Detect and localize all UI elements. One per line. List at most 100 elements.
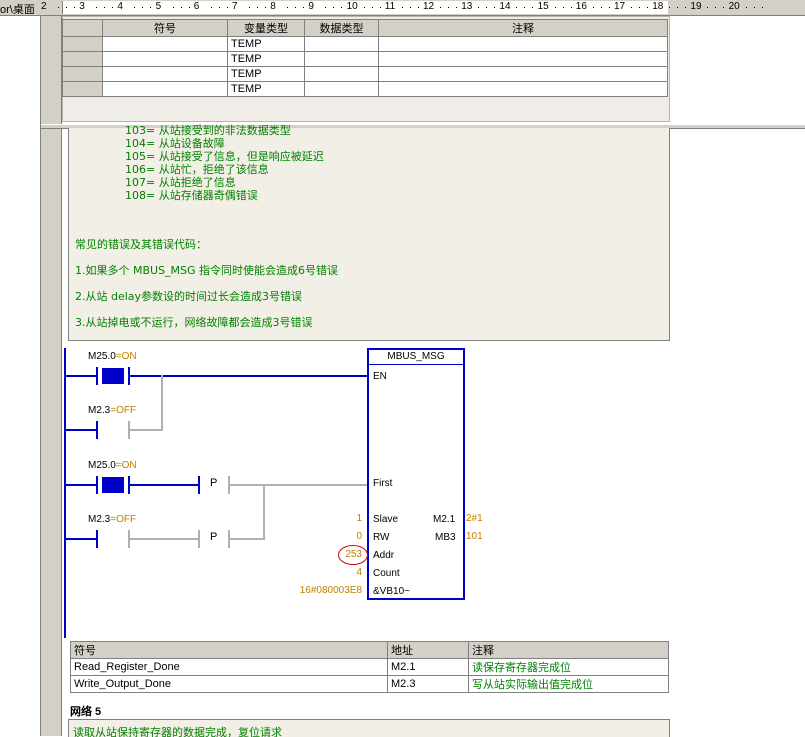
pin-count: Count	[373, 568, 400, 579]
ruler-tick	[226, 7, 228, 8]
col-comment: 注释	[378, 19, 668, 37]
ruler-tick	[295, 7, 297, 8]
ruler-tick	[257, 7, 258, 8]
ruler-mark: 3	[79, 1, 85, 12]
pin-first: First	[373, 478, 393, 489]
ruler-tick	[218, 7, 220, 8]
ruler-tick	[112, 7, 114, 8]
value-count[interactable]: 4	[320, 567, 362, 578]
ruler-tick	[745, 7, 747, 8]
value-rw[interactable]: 0	[320, 531, 362, 542]
ruler-mark: 9	[308, 1, 314, 12]
ruler-tick	[761, 7, 763, 8]
ruler-tick	[210, 7, 212, 8]
network-comment[interactable]: 103= 从站接受到的非法数据类型 104= 从站设备故障 105= 从站接受了…	[68, 124, 670, 341]
ruler-mark: 11	[384, 1, 396, 12]
ruler-tick	[486, 7, 488, 8]
col-symbol: 符号	[70, 641, 388, 659]
pin-en: EN	[373, 371, 387, 382]
ruler-tick	[371, 7, 373, 8]
ruler-tick	[303, 7, 305, 8]
ruler-mark: 13	[461, 1, 473, 12]
comment-line: 3.从站掉电或不运行，网络故障都会造成3号错误	[75, 316, 313, 329]
table-row[interactable]: TEMP	[62, 66, 668, 82]
ruler-tick	[96, 7, 98, 8]
ruler-tick	[401, 7, 403, 8]
pin-error: MB3	[435, 532, 456, 543]
ruler-tick	[249, 7, 250, 8]
ruler-tick	[554, 7, 556, 8]
table-row[interactable]: Write_Output_Done M2.3 写从站实际输出值完成位	[70, 675, 669, 693]
col-data-type: 数据类型	[304, 19, 379, 37]
comment-line: 108= 从站存储器奇偶错误	[125, 189, 258, 202]
ruler-tick	[409, 7, 411, 8]
p-edge[interactable]: P	[210, 531, 217, 543]
ruler-mark: 7	[232, 1, 238, 12]
highlight-circle	[338, 545, 368, 565]
ruler-tick	[685, 7, 687, 8]
ruler-tick	[58, 7, 59, 8]
ruler-tick	[677, 7, 679, 8]
ruler-mark: 8	[270, 1, 276, 12]
ruler-mark: 5	[155, 1, 162, 12]
ruler-tick	[66, 7, 67, 8]
ruler-tick	[188, 7, 190, 8]
contact-m25-0-b[interactable]	[102, 477, 124, 493]
ruler-mark: 10	[346, 1, 358, 12]
col-var-type: 变量类型	[227, 19, 305, 37]
ruler-tick	[524, 7, 526, 8]
value-data[interactable]: 16#080003E8	[260, 585, 362, 596]
network-title[interactable]: 网络 5	[70, 703, 101, 719]
contact-label: M2.3=OFF	[88, 405, 137, 416]
ruler-tick	[142, 7, 144, 8]
ruler: or\桌面 2 3 4 5 6 7 8 9 10 11 12 13 14 15 16 17 18 19 20	[0, 0, 805, 16]
ruler-mark: 17	[614, 1, 626, 12]
value-done[interactable]: 2#1	[466, 513, 483, 524]
ruler-tick	[723, 7, 725, 8]
pin-data: &VB10~	[373, 586, 410, 597]
contact-m25-0[interactable]	[102, 368, 124, 384]
value-error[interactable]: 101	[466, 531, 483, 542]
pin-slave: Slave	[373, 514, 399, 525]
ruler-tick	[150, 7, 152, 8]
variable-table[interactable]: 符号 变量类型 数据类型 注释 TEMP TEMP TEMP TEMP	[62, 19, 668, 97]
table-row[interactable]: TEMP	[62, 81, 668, 97]
ruler-tick	[180, 7, 182, 8]
pin-rw: RW	[373, 532, 390, 543]
ruler-tick	[707, 7, 709, 8]
network-comment[interactable]: 读取从站保持寄存器的数据完成，复位请求	[68, 719, 670, 737]
comment-line: 1.如果多个 MBUS_MSG 指令同时使能会造成6号错误	[75, 264, 339, 277]
ruler-tick	[341, 7, 343, 8]
ruler-tick	[570, 7, 572, 8]
ruler-tick	[456, 7, 457, 8]
ruler-mark: 12	[423, 1, 435, 12]
symbol-table[interactable]: 符号 地址 注释 Read_Register_Done M2.1 读保存寄存器完…	[70, 641, 669, 693]
ruler-tick	[592, 7, 594, 8]
ruler-mark: 2	[41, 1, 47, 12]
contact-label: M25.0=ON	[88, 351, 137, 362]
ruler-mark: 20	[728, 1, 740, 12]
block-title: MBUS_MSG	[387, 351, 445, 362]
ruler-tick	[647, 7, 648, 8]
col-address: 地址	[387, 641, 469, 659]
ruler-tick	[669, 7, 671, 8]
mbus-msg-block[interactable]: MBUS_MSG EN First Slave RW Addr Count &V…	[367, 348, 465, 600]
ruler-mark: 16	[575, 1, 587, 12]
ruler-tick	[172, 7, 174, 8]
ruler-tick	[562, 7, 564, 8]
table-row[interactable]: TEMP	[62, 36, 668, 52]
ruler-tick	[104, 7, 106, 8]
table-row[interactable]: Read_Register_Done M2.1 读保存寄存器完成位	[70, 658, 669, 676]
ruler-tick	[532, 7, 534, 8]
ruler-tick	[379, 7, 381, 8]
ruler-tick	[715, 7, 717, 8]
ruler-mark: 6	[193, 1, 200, 12]
ruler-tick	[417, 7, 419, 8]
ruler-tick	[287, 7, 289, 8]
p-edge[interactable]: P	[210, 477, 217, 489]
table-row[interactable]: TEMP	[62, 51, 668, 67]
value-slave[interactable]: 1	[320, 513, 362, 524]
col-comment: 注释	[468, 641, 669, 659]
ruler-tick	[134, 7, 136, 8]
comment-line: 2.从站 delay参数设的时间过长会造成3号错误	[75, 290, 303, 303]
